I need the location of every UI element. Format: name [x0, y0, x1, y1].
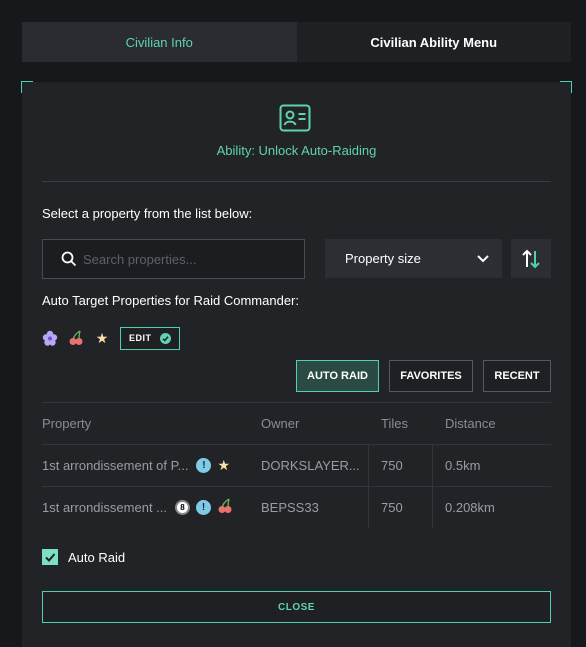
- tiles-cell: 750: [369, 445, 433, 486]
- table-header: Property Owner Tiles Distance: [42, 402, 551, 444]
- select-instruction: Select a property from the list below:: [42, 206, 253, 221]
- ability-panel: Ability: Unlock Auto-Raiding Select a pr…: [21, 81, 572, 647]
- property-cell: 1st arrondissement of P... ! ★: [42, 457, 261, 474]
- sort-order-icon: [522, 249, 540, 268]
- column-header-property[interactable]: Property: [42, 416, 261, 431]
- tiles-cell: 750: [369, 487, 433, 528]
- auto-raid-label: Auto Raid: [68, 549, 126, 565]
- eight-ball-icon: 8: [175, 500, 190, 515]
- edit-label: EDIT: [129, 333, 152, 343]
- id-card-icon: [279, 104, 311, 132]
- auto-raid-toggle[interactable]: Auto Raid: [42, 549, 125, 565]
- distance-cell: 0.5km: [445, 458, 481, 473]
- auto-target-icons: ★ EDIT: [42, 326, 180, 350]
- edit-button[interactable]: EDIT: [120, 326, 180, 350]
- auto-raid-checkbox[interactable]: [42, 549, 58, 565]
- checkmark-icon: [45, 553, 56, 562]
- flower-icon: [42, 330, 58, 346]
- table-row[interactable]: 1st arrondissement of P... ! ★ DORKSLAYE…: [42, 444, 551, 486]
- property-table: Property Owner Tiles Distance 1st arrond…: [42, 402, 551, 528]
- exclamation-icon: !: [196, 458, 212, 473]
- tab-bar: Civilian Info Civilian Ability Menu: [22, 22, 571, 62]
- star-icon: ★: [95, 329, 109, 346]
- filter-auto-raid-button[interactable]: AUTO RAID: [296, 360, 379, 392]
- filter-favorites-button[interactable]: FAVORITES: [389, 360, 473, 392]
- owner-cell: DORKSLAYER...: [261, 445, 369, 486]
- tab-civilian-ability-menu[interactable]: Civilian Ability Menu: [296, 22, 571, 62]
- distance-cell: 0.208km: [445, 500, 495, 515]
- cherry-icon: [217, 498, 233, 517]
- property-name: 1st arrondissement of P...: [42, 458, 189, 473]
- table-row[interactable]: 1st arrondissement ... 8 ! BEPSS33 750 0…: [42, 486, 551, 528]
- cherry-icon: [68, 330, 84, 346]
- panel-corner-decoration: [21, 81, 33, 93]
- column-header-distance[interactable]: Distance: [433, 416, 551, 431]
- property-badges: 8 !: [175, 498, 233, 517]
- sort-direction-button[interactable]: [511, 239, 551, 278]
- search-box[interactable]: [42, 239, 305, 279]
- owner-cell: BEPSS33: [261, 487, 369, 528]
- property-cell: 1st arrondissement ... 8 !: [42, 498, 261, 517]
- sort-dropdown[interactable]: Property size: [325, 239, 502, 278]
- panel-corner-decoration: [560, 81, 572, 93]
- auto-target-label: Auto Target Properties for Raid Commande…: [42, 293, 299, 308]
- search-input[interactable]: [83, 251, 283, 267]
- exclamation-icon: !: [196, 500, 211, 515]
- ability-title: Ability: Unlock Auto-Raiding: [216, 143, 377, 158]
- property-name: 1st arrondissement ...: [42, 500, 167, 515]
- property-badges: ! ★: [196, 457, 230, 474]
- filter-recent-button[interactable]: RECENT: [483, 360, 551, 392]
- star-icon: ★: [217, 457, 231, 473]
- chevron-down-icon: [477, 254, 489, 262]
- sort-dropdown-value: Property size: [345, 251, 421, 266]
- tab-civilian-info[interactable]: Civilian Info: [22, 22, 297, 62]
- column-header-tiles[interactable]: Tiles: [369, 403, 433, 444]
- search-icon: [61, 251, 77, 267]
- divider: [42, 181, 551, 182]
- check-circle-icon: [159, 332, 171, 344]
- close-button[interactable]: CLOSE: [42, 591, 551, 623]
- column-header-owner[interactable]: Owner: [261, 403, 369, 444]
